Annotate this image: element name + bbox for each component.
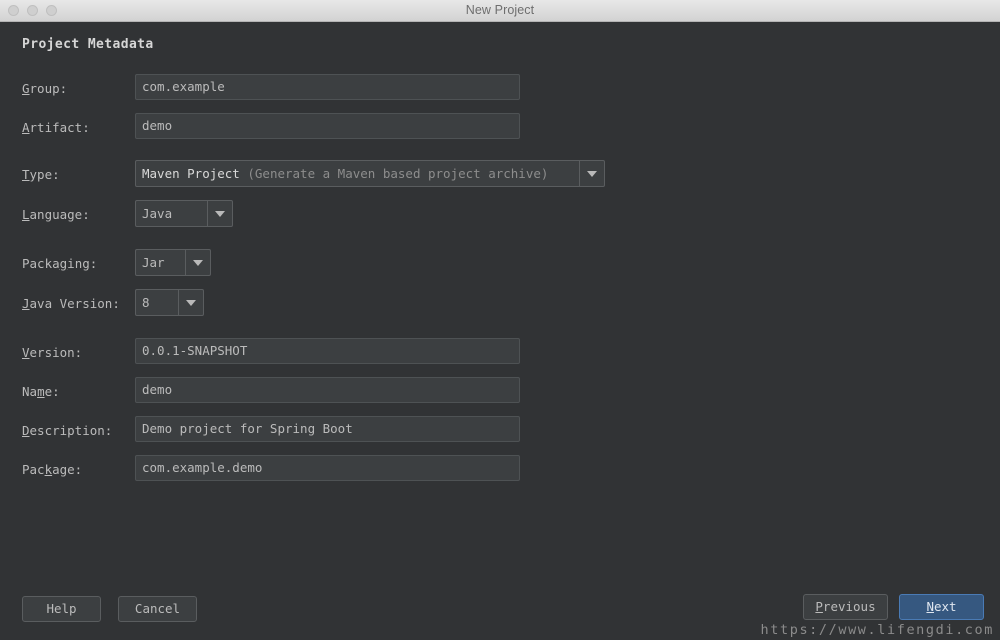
chevron-down-icon[interactable] [207, 201, 232, 226]
label-group: Group: [22, 81, 68, 96]
artifact-input[interactable]: demo [135, 113, 520, 139]
type-combobox[interactable]: Maven Project (Generate a Maven based pr… [135, 160, 605, 187]
label-name: Name: [22, 384, 60, 399]
language-combobox-value: Java [142, 206, 173, 221]
label-type: Type: [22, 167, 60, 182]
type-combobox-value: Maven Project (Generate a Maven based pr… [142, 166, 549, 181]
label-language: Language: [22, 207, 90, 222]
language-combobox[interactable]: Java [135, 200, 233, 227]
help-button[interactable]: Help [22, 596, 101, 622]
window-title: New Project [465, 3, 535, 17]
version-input[interactable]: 0.0.1-SNAPSHOT [135, 338, 520, 364]
label-version: Version: [22, 345, 83, 360]
description-input[interactable]: Demo project for Spring Boot [135, 416, 520, 442]
watermark: https://www.lifengdi.com [760, 622, 994, 638]
group-input[interactable]: com.example [135, 74, 520, 100]
java-version-combobox[interactable]: 8 [135, 289, 204, 316]
new-project-dialog: New Project Project Metadata Group: com.… [0, 0, 1000, 640]
java-version-combobox-value: 8 [142, 295, 150, 310]
label-java-version: Java Version: [22, 296, 120, 311]
packaging-combobox-value: Jar [142, 255, 165, 270]
label-package: Package: [22, 462, 83, 477]
package-input[interactable]: com.example.demo [135, 455, 520, 481]
label-artifact: Artifact: [22, 120, 90, 135]
previous-button[interactable]: Previous [803, 594, 888, 620]
packaging-combobox[interactable]: Jar [135, 249, 211, 276]
page-title: Project Metadata [22, 37, 154, 52]
cancel-button[interactable]: Cancel [118, 596, 197, 622]
chevron-down-icon[interactable] [178, 290, 203, 315]
window-titlebar: New Project [0, 0, 1000, 22]
chevron-down-icon[interactable] [579, 161, 604, 186]
next-button[interactable]: Next [899, 594, 984, 620]
label-description: Description: [22, 423, 113, 438]
chevron-down-icon[interactable] [185, 250, 210, 275]
dialog-content: Project Metadata Group: com.example Arti… [0, 22, 1000, 640]
label-packaging: Packaging: [22, 256, 98, 271]
name-input[interactable]: demo [135, 377, 520, 403]
